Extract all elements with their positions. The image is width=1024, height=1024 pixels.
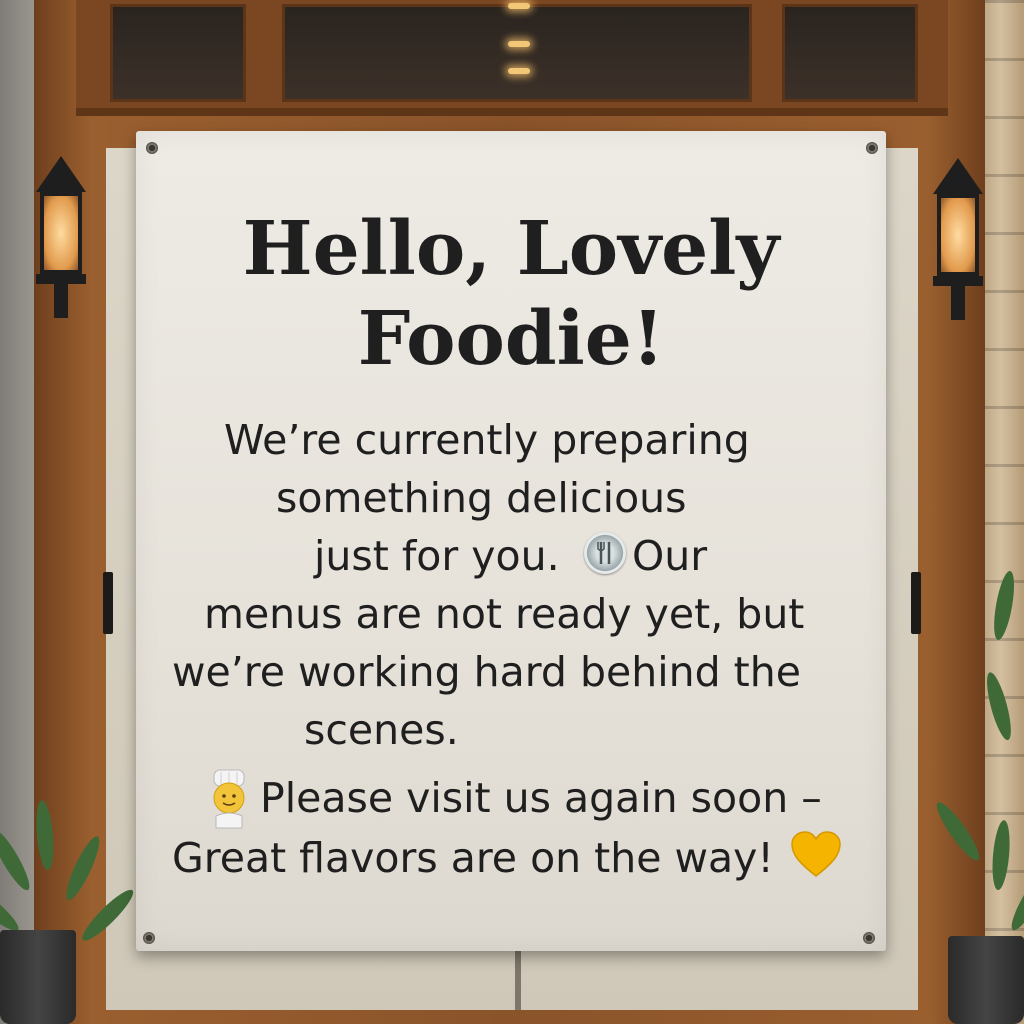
door-hinge: [911, 572, 921, 634]
banner-text-line: We’re currently preparing: [224, 416, 750, 464]
banner-text-line: scenes.: [304, 706, 459, 754]
banner-headline-line1: Hello, Lovely: [242, 206, 780, 292]
wall-lantern-left: [36, 156, 86, 318]
transom-pane-left: [110, 4, 246, 102]
banner-text-line: just for you.: [314, 532, 560, 580]
transom-pane-right: [782, 4, 918, 102]
banner-grommet: [866, 142, 878, 154]
chef-icon: [206, 768, 252, 830]
yellow-heart-icon: [790, 830, 842, 880]
banner-text-line: something delicious: [276, 474, 687, 522]
banner-text-line: Please visit us again soon –: [260, 774, 822, 822]
banner-grommet: [146, 142, 158, 154]
banner-grommet: [143, 932, 155, 944]
plate-with-cutlery-icon: [584, 532, 626, 574]
ceiling-light: [508, 41, 530, 47]
door-hinge: [103, 572, 113, 634]
potted-plant-left: [0, 780, 139, 1024]
potted-plant-right: [930, 560, 1024, 1024]
banner-text-line: Our: [632, 532, 708, 580]
wall-lantern-right: [933, 158, 983, 320]
ceiling-light: [508, 68, 530, 74]
banner-grommet: [863, 932, 875, 944]
ceiling-light: [508, 3, 530, 9]
banner-text-line: we’re working hard behind the: [172, 648, 801, 696]
banner-text-line: Great flavors are on the way!: [172, 834, 774, 882]
banner-headline-line2: Foodie!: [357, 296, 665, 382]
transom-pane-center: [282, 4, 752, 102]
storefront-scene: Hello, Lovely Foodie! We’re currently pr…: [0, 0, 1024, 1024]
banner-text-line: menus are not ready yet, but: [204, 590, 805, 638]
